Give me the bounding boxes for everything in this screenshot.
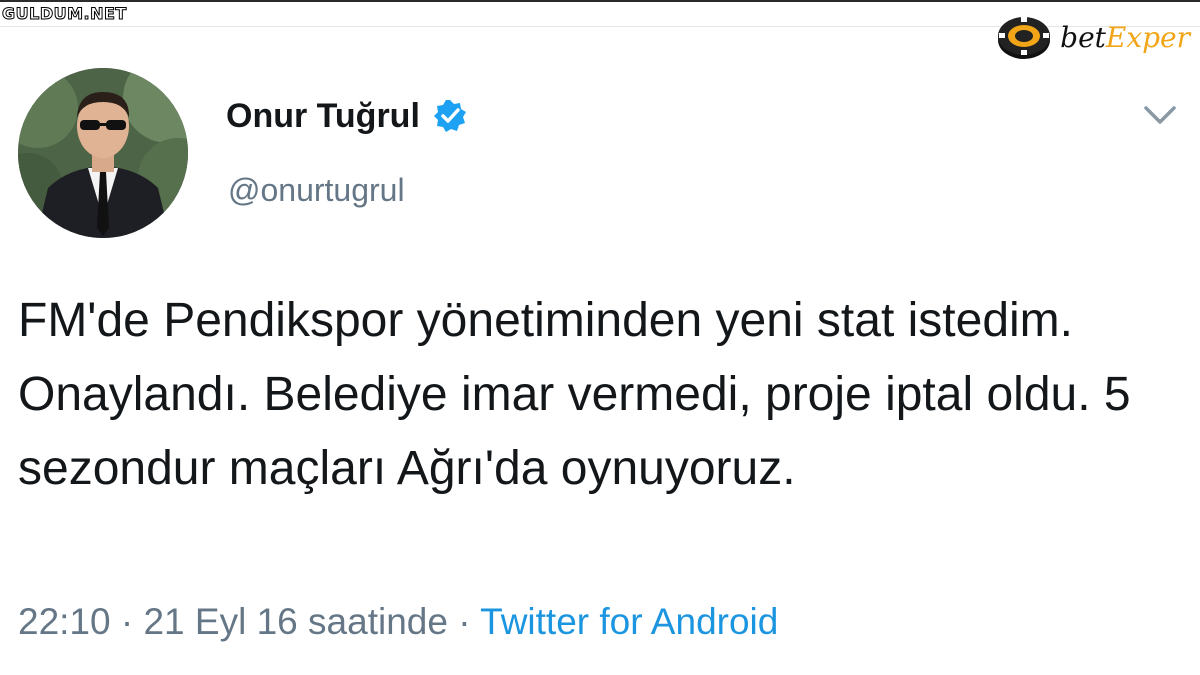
author-name-row[interactable]: Onur Tuğrul [226, 94, 468, 138]
verified-badge-icon [432, 98, 468, 134]
tweet-date[interactable]: 21 Eyl 16 saatinde [143, 601, 447, 642]
watermark-bet-text: bet [1060, 21, 1106, 54]
display-name[interactable]: Onur Tuğrul [226, 94, 420, 138]
top-border [0, 0, 1200, 2]
casino-chip-icon [994, 13, 1054, 63]
tweet-time[interactable]: 22:10 [18, 601, 111, 642]
chevron-down-icon[interactable] [1140, 98, 1180, 132]
author-handle[interactable]: @onurtugrul [228, 168, 405, 212]
watermark-betexper: betExper [994, 8, 1190, 68]
avatar[interactable] [18, 68, 188, 238]
meta-separator: · [458, 601, 471, 642]
watermark-exper-text: Exper [1105, 21, 1190, 54]
tweet-meta: 22:10 · 21 Eyl 16 saatinde · Twitter for… [18, 596, 778, 648]
watermark-guldum: GULDUM.NET [2, 4, 127, 24]
meta-separator: · [120, 601, 134, 642]
tweet-text: FM'de Pendikspor yönetiminden yeni stat … [18, 294, 1131, 495]
tweet-source-link[interactable]: Twitter for Android [480, 601, 778, 642]
